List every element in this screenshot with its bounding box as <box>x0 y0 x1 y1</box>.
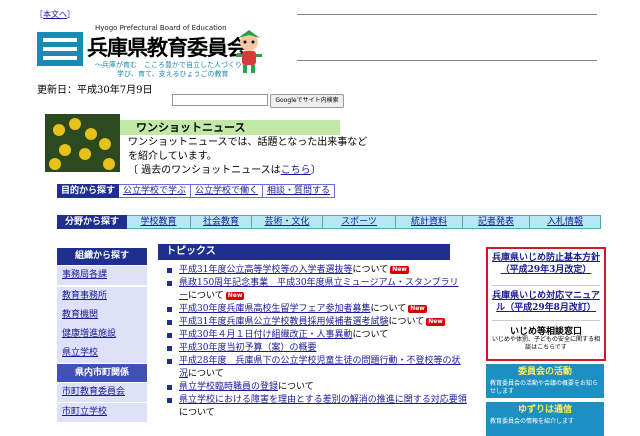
sidebar-item[interactable]: 教育事務所 <box>57 287 147 306</box>
topic-item: 県政150周年記念事業 平成30年度県立ミュージアム・スタンプラリーについて Ne… <box>167 277 467 303</box>
topic-suffix: について <box>370 304 407 314</box>
sidebar-item[interactable]: 教育機関 <box>57 306 147 325</box>
last-updated: 更新日：平成30年7月9日 <box>37 85 153 96</box>
news-photo <box>45 114 120 172</box>
topic-suffix: について <box>179 408 215 418</box>
sidebar-item[interactable]: 市町立学校 <box>57 403 147 422</box>
topic-suffix: について <box>388 317 425 327</box>
mascot-character-icon <box>236 30 262 73</box>
field-nav: 分野から探す 学校教育 社会教育 芸術・文化 スポーツ 統計資料 記者発表 入札… <box>57 215 602 229</box>
topic-link[interactable]: 県立学校臨時職員の登録 <box>179 382 278 392</box>
field-nav-item[interactable]: 社会教育 <box>191 215 253 229</box>
tagline-sub: 学び、育て、支えるひょうごの教育 <box>117 70 229 78</box>
hyogo-emblem-icon <box>37 32 83 66</box>
field-nav-item[interactable]: 入札情報 <box>530 215 602 229</box>
topic-link[interactable]: 平成30年度兵庫県高校生留学フェア参加者募集 <box>179 304 370 314</box>
topic-suffix: について <box>352 330 389 340</box>
sidebar-org-head: 組織から探す <box>57 248 147 265</box>
new-badge: New <box>426 318 445 326</box>
purpose-nav-item[interactable]: 公立学校で学ぶ <box>119 184 192 198</box>
topic-item: 県立学校臨時職員の登録について <box>167 381 467 394</box>
divider <box>492 285 600 286</box>
board-activity-banner[interactable]: 委員会の活動 教育委員会の活動や会議の概要をお知らせします <box>486 364 604 398</box>
topic-link[interactable]: 平成30年４月１日付け組織改正・人事異動 <box>179 330 352 340</box>
one-shot-news-body: ワンショットニュースでは、話題となった出来事など を紹介しています。 〔 過去の… <box>128 137 368 176</box>
topic-suffix: について <box>278 382 314 392</box>
divider <box>297 60 597 61</box>
bullying-info-box: 兵庫県いじめ防止基本方針（平成29年3月改定） 兵庫県いじめ対応マニュアル（平成… <box>486 247 606 361</box>
field-nav-item[interactable]: スポーツ <box>323 215 397 229</box>
topic-item: 平成31年度兵庫県公立学校教員採用候補者選考試験について New <box>167 316 467 329</box>
sidebar-item[interactable]: 県立学校 <box>57 344 147 363</box>
topic-link[interactable]: 平成30年度当初予算（案）の概要 <box>179 343 316 353</box>
bullying-manual-link[interactable]: 兵庫県いじめ対応マニュアル（平成29年8月改訂） <box>490 290 602 314</box>
org-name-jp: 兵庫県教育委員会 <box>87 36 248 60</box>
org-name-en: Hyogo Prefectural Board of Education <box>95 24 227 32</box>
topic-item: 県立学校における障害を理由とする差別の解消の推進に関する対応要領について <box>167 394 467 420</box>
field-nav-item[interactable]: 芸術・文化 <box>252 215 324 229</box>
site-search-button[interactable]: Googleでサイト内検索 <box>270 94 344 108</box>
past-news-link[interactable]: こちら <box>281 165 311 176</box>
topic-suffix: について <box>352 265 389 275</box>
purpose-nav: 目的から探す 公立学校で学ぶ 公立学校で働く 相談・質問する <box>57 184 336 198</box>
topic-link[interactable]: 平成31年度兵庫県公立学校教員採用候補者選考試験 <box>179 317 388 327</box>
topics-head: トピックス <box>158 244 450 260</box>
skip-to-content-link[interactable]: ［本文へ］ <box>35 9 75 20</box>
purpose-nav-head: 目的から探す <box>57 184 120 198</box>
sidebar-item[interactable]: 健康増進施設 <box>57 325 147 344</box>
field-nav-item[interactable]: 学校教育 <box>127 215 192 229</box>
yuzuriha-banner[interactable]: ゆずりは通信 教育委員会の情報を紹介します <box>486 402 604 436</box>
divider <box>297 14 597 15</box>
new-badge: New <box>225 292 245 300</box>
one-shot-news-title: ワンショットニュース <box>120 120 340 135</box>
divider <box>492 320 600 321</box>
topic-item: 平成30年度兵庫県高校生留学フェア参加者募集について New <box>167 303 467 316</box>
bullying-policy-link[interactable]: 兵庫県いじめ防止基本方針（平成29年3月改定） <box>490 252 602 276</box>
new-badge: New <box>390 266 409 274</box>
topic-item: 平成30年度当初予算（案）の概要 <box>167 342 467 355</box>
consult-window-desc: いじめや体罰、子どもの安全に関する相談はこちらです <box>492 336 601 351</box>
sidebar-item[interactable]: 市町教育委員会 <box>57 383 147 402</box>
site-search-input[interactable] <box>172 94 268 106</box>
purpose-nav-item[interactable]: 公立学校で働く <box>191 184 264 198</box>
field-nav-item[interactable]: 統計資料 <box>396 215 464 229</box>
field-nav-head: 分野から探す <box>57 215 128 229</box>
new-badge: New <box>408 305 427 313</box>
topic-link[interactable]: 県立学校における障害を理由とする差別の解消の推進に関する対応要領 <box>179 395 467 405</box>
topics-list: 平成31年度公立高等学校等の入学者選抜等について New 県政150周年記念事業 平… <box>167 264 467 420</box>
purpose-nav-item[interactable]: 相談・質問する <box>263 184 336 198</box>
topic-item: 平成30年４月１日付け組織改正・人事異動について <box>167 329 467 342</box>
sidebar-municipal-head: 県内市町関係 <box>57 364 147 382</box>
topic-suffix: について <box>188 291 224 301</box>
topic-item: 平成28年度 兵庫県下の公立学校児童生徒の問題行動・不登校等の状況について <box>167 355 467 381</box>
topic-suffix: について <box>188 369 224 379</box>
topic-item: 平成31年度公立高等学校等の入学者選抜等について New <box>167 264 467 277</box>
sidebar-item[interactable]: 事務局各課 <box>57 266 147 285</box>
field-nav-item[interactable]: 記者発表 <box>463 215 531 229</box>
topic-link[interactable]: 平成31年度公立高等学校等の入学者選抜等 <box>179 265 352 275</box>
